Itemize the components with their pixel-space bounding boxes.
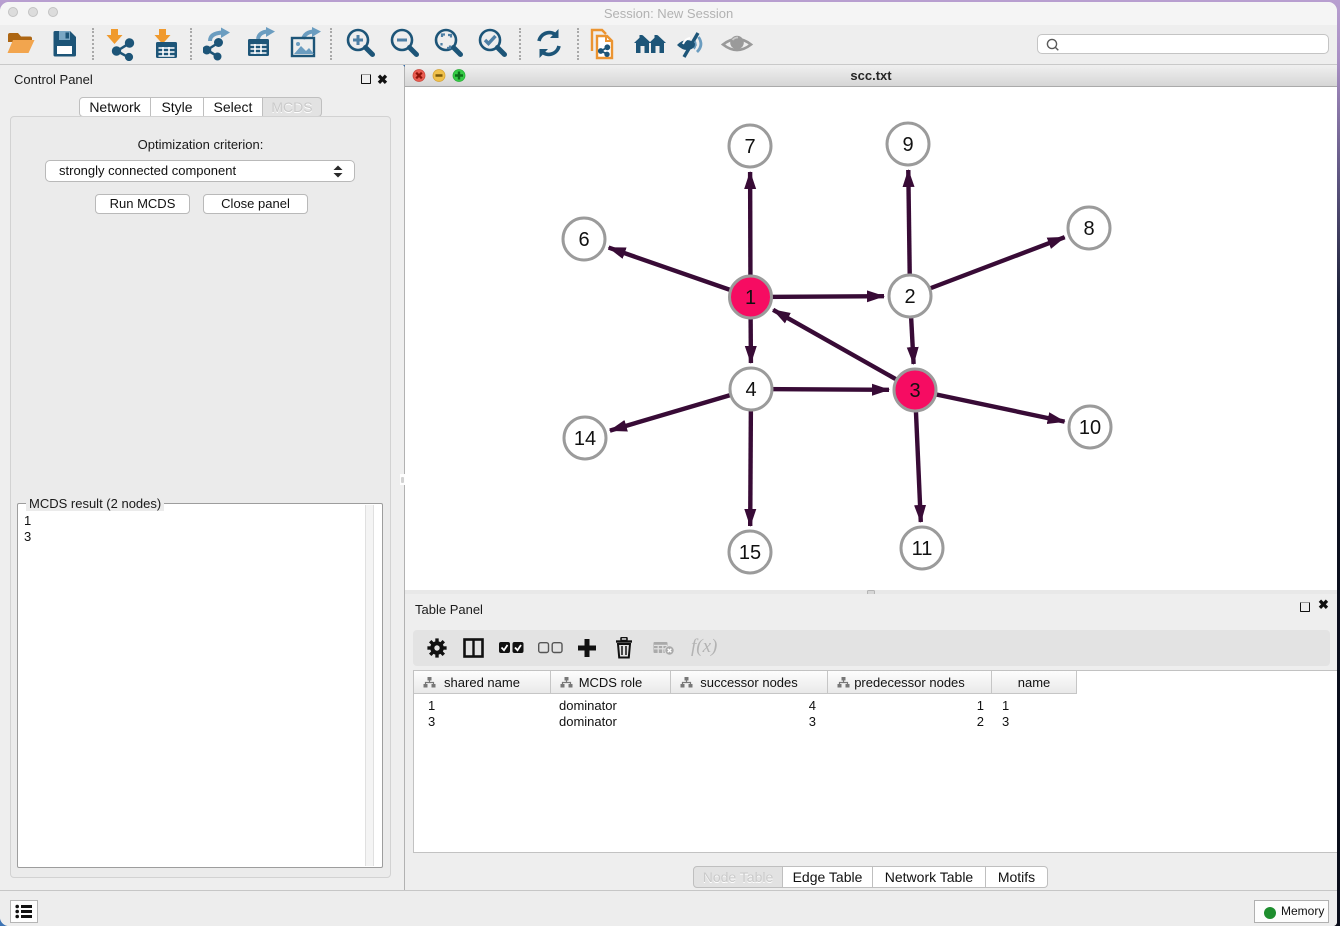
svg-text:1: 1 [745, 287, 756, 309]
svg-text:11: 11 [912, 538, 933, 560]
svg-text:6: 6 [578, 229, 589, 251]
svg-text:2: 2 [904, 286, 915, 308]
svg-text:15: 15 [739, 542, 761, 564]
svg-text:7: 7 [744, 136, 755, 158]
svg-text:3: 3 [909, 380, 920, 402]
svg-text:10: 10 [1079, 417, 1101, 439]
svg-text:14: 14 [574, 428, 596, 450]
svg-text:8: 8 [1083, 218, 1094, 240]
svg-text:9: 9 [902, 134, 913, 156]
svg-text:4: 4 [745, 379, 756, 401]
